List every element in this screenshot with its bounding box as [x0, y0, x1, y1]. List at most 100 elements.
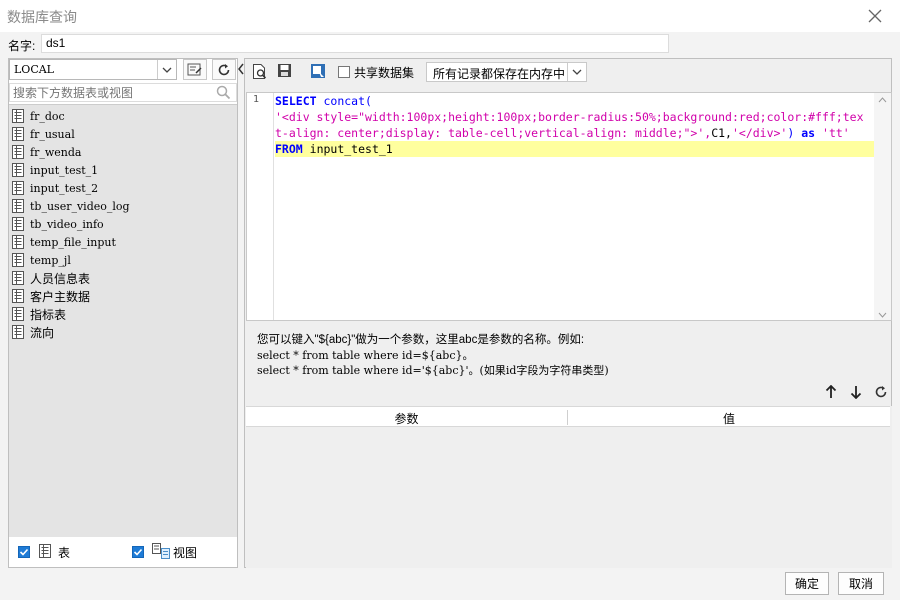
list-item[interactable]: tb_user_video_log	[9, 197, 130, 215]
sql-keyword: FROM	[275, 142, 303, 156]
table-icon	[12, 109, 24, 123]
code-line: t-align: center;display: table-cell;vert…	[275, 125, 850, 141]
column-header-param: 参数	[394, 412, 419, 426]
sql-string: '</div>'	[731, 126, 788, 140]
close-icon[interactable]	[864, 5, 886, 27]
list-item-label: input_test_1	[30, 163, 99, 177]
refresh-params-button[interactable]	[871, 382, 891, 402]
sql-paren: )	[787, 126, 795, 140]
table-icon	[12, 289, 24, 303]
ok-button[interactable]: 确定	[785, 572, 829, 595]
list-item-label: 客户主数据	[30, 289, 91, 304]
chevron-down-icon[interactable]	[567, 63, 586, 81]
sql-keyword: SELECT	[275, 94, 317, 108]
connection-select[interactable]: LOCAL	[9, 59, 177, 80]
parameter-icon[interactable]	[310, 63, 328, 81]
list-item[interactable]: tb_video_info	[9, 215, 104, 233]
list-item-label: 人员信息表	[30, 271, 91, 286]
chevron-down-icon[interactable]	[157, 60, 176, 79]
table-icon	[12, 325, 24, 339]
list-item[interactable]: input_test_1	[9, 161, 98, 179]
preview-icon[interactable]	[252, 63, 270, 81]
list-item[interactable]: fr_usual	[9, 125, 75, 143]
list-item-label: fr_wenda	[30, 145, 82, 159]
list-item-label: temp_file_input	[30, 235, 116, 249]
sql-keyword: as	[801, 126, 816, 140]
edit-connection-icon	[187, 63, 202, 75]
sql-editor[interactable]: 1 SELECT concat( '<div style="width:100p…	[246, 92, 892, 321]
view-type-icon	[152, 543, 170, 562]
view-filter-checkbox[interactable]	[132, 546, 144, 558]
cancel-button[interactable]: 取消	[838, 572, 884, 595]
list-item[interactable]: 人员信息表	[9, 269, 90, 287]
list-item[interactable]: fr_doc	[9, 107, 65, 125]
table-list: fr_doc fr_usual fr_wenda input_test_1 in…	[9, 104, 237, 537]
refresh-tables-button[interactable]	[212, 59, 236, 80]
move-up-button[interactable]	[821, 382, 841, 402]
name-label: 名字:	[8, 39, 36, 53]
table-icon	[12, 199, 24, 213]
table-search-input[interactable]	[10, 84, 216, 101]
parameter-table-header: 参数 值	[246, 406, 890, 427]
memory-mode-select[interactable]: 所有记录都保存在内存中	[426, 62, 587, 82]
share-dataset-label: 共享数据集	[354, 66, 415, 80]
parameter-table[interactable]	[246, 406, 892, 568]
table-filter-checkbox[interactable]	[18, 546, 30, 558]
table-filter-label: 表	[58, 546, 71, 560]
editor-scrollbar[interactable]	[874, 93, 891, 320]
list-item[interactable]: 流向	[9, 323, 54, 341]
table-type-icon	[39, 544, 51, 561]
list-item[interactable]: 客户主数据	[9, 287, 90, 305]
view-filter-label: 视图	[173, 546, 198, 560]
move-down-button[interactable]	[846, 382, 866, 402]
refresh-icon	[875, 386, 887, 398]
table-icon	[12, 217, 24, 231]
arrow-up-icon	[825, 385, 837, 398]
save-icon[interactable]	[277, 63, 295, 81]
scroll-up-icon	[878, 97, 887, 103]
table-icon	[12, 181, 24, 195]
table-icon	[12, 127, 24, 141]
sql-identifier: C1,	[711, 126, 732, 140]
table-search-box[interactable]	[9, 83, 237, 102]
list-item-label: 指标表	[30, 307, 67, 322]
table-icon	[12, 271, 24, 285]
list-item-label: tb_user_video_log	[30, 199, 130, 213]
hint-example: select * from table where id=${abc}。	[257, 349, 474, 362]
list-item[interactable]: fr_wenda	[9, 143, 81, 161]
connection-value: LOCAL	[14, 63, 54, 76]
title-bar	[0, 0, 900, 32]
sql-string: 'tt'	[822, 126, 850, 140]
hint-text: 您可以键入"${abc}"做为一个参数，这里abc是参数的名称。例如:	[257, 334, 585, 346]
line-gutter	[247, 93, 274, 320]
code-line: SELECT concat(	[275, 93, 372, 109]
list-item[interactable]: temp_file_input	[9, 233, 116, 251]
list-item[interactable]: input_test_2	[9, 179, 98, 197]
line-number: 1	[253, 94, 260, 105]
sql-identifier: input_test_1	[309, 142, 393, 156]
scroll-down-icon	[878, 312, 887, 318]
list-item-label: temp_jl	[30, 253, 71, 267]
list-item-label: input_test_2	[30, 181, 99, 195]
sql-string: t-align: center;display: table-cell;vert…	[275, 126, 712, 140]
table-icon	[12, 307, 24, 321]
edit-connection-button[interactable]	[183, 59, 207, 80]
list-item-label: tb_video_info	[30, 217, 104, 231]
hint-example: select * from table where id='${abc}'。(如…	[257, 364, 609, 377]
list-item-label: fr_usual	[30, 127, 75, 141]
code-line: '<div style="width:100px;height:100px;bo…	[275, 110, 864, 124]
arrow-down-icon	[850, 386, 862, 399]
code-line: FROM input_test_1	[275, 141, 393, 157]
name-input[interactable]: ds1	[41, 34, 669, 53]
refresh-icon	[218, 63, 230, 75]
table-icon	[12, 235, 24, 249]
sql-function: concat(	[323, 94, 372, 108]
search-icon[interactable]	[216, 85, 231, 103]
table-icon	[12, 145, 24, 159]
list-item[interactable]: 指标表	[9, 305, 66, 323]
table-icon	[12, 253, 24, 267]
share-dataset-checkbox[interactable]	[338, 66, 350, 78]
list-item-label: fr_doc	[30, 109, 65, 123]
table-icon	[12, 163, 24, 177]
list-item[interactable]: temp_jl	[9, 251, 71, 269]
